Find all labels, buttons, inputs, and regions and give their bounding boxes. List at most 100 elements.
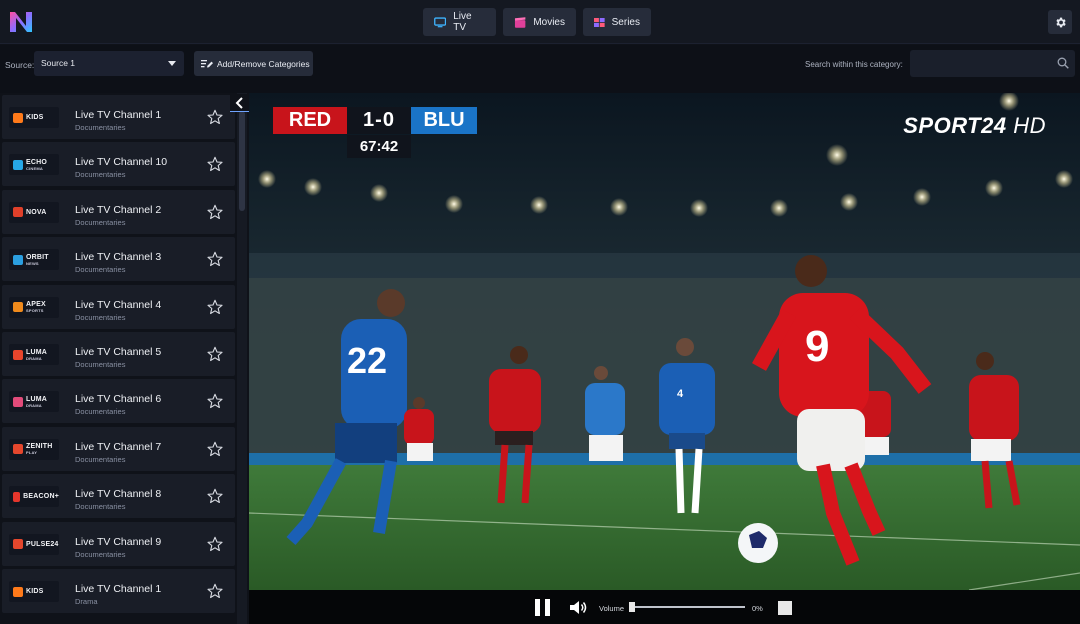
add-remove-categories-button[interactable]: Add/Remove Categories <box>194 51 313 76</box>
channel-logo: ORBIT NEWS <box>9 249 59 271</box>
channel-name: Live TV Channel 4 <box>75 298 162 311</box>
channel-item[interactable]: ZENITH PLAY Live TV Channel 7 Documentaries <box>2 426 235 471</box>
tab-series-label: Series <box>611 16 640 28</box>
favorite-star-icon[interactable] <box>207 488 223 504</box>
channel-logo-mark-icon <box>13 539 23 550</box>
home-team-name: RED <box>273 107 347 134</box>
channel-list-scrollbar[interactable] <box>237 93 247 624</box>
channel-category: Documentaries <box>75 360 126 369</box>
fullscreen-button[interactable] <box>778 601 792 615</box>
favorite-star-icon[interactable] <box>207 536 223 552</box>
channel-logo: LUMA DRAMA <box>9 391 59 413</box>
video-player[interactable]: 22 4 9 RED 1-0 BLU 67:42 SPORT24 HD <box>249 93 1080 590</box>
channel-logo-text: BEACON+ <box>23 493 59 501</box>
volume-slider-handle[interactable] <box>629 602 635 612</box>
favorite-star-icon[interactable] <box>207 441 223 457</box>
channel-logo-mark-icon <box>13 254 23 265</box>
channel-category: Drama <box>75 597 98 606</box>
channel-logo-subtext: DRAMA <box>26 355 42 361</box>
channel-name: Live TV Channel 6 <box>75 393 162 406</box>
app-logo[interactable] <box>8 10 34 34</box>
match-clock: 67:42 <box>347 135 411 158</box>
channel-name: Live TV Channel 1 <box>75 109 162 121</box>
channel-name: Live TV Channel 2 <box>75 203 162 216</box>
favorite-star-icon[interactable] <box>207 346 223 362</box>
channel-logo-mark-icon <box>13 444 23 455</box>
channel-logo-text: LUMA DRAMA <box>26 348 48 361</box>
top-bar: Live TV Movies Series <box>0 0 1080 44</box>
favorite-star-icon[interactable] <box>207 156 223 172</box>
channel-item[interactable]: PULSE24 Live TV Channel 9 Documentaries <box>2 521 235 566</box>
tab-series[interactable]: Series <box>583 8 651 36</box>
channel-name: Live TV Channel 10 <box>75 156 168 169</box>
channel-item[interactable]: NOVA Live TV Channel 2 Documentaries <box>2 189 235 234</box>
channel-logo: ECHO CINEMA <box>9 154 59 176</box>
search-label: Search within this category: <box>805 60 903 69</box>
channel-logo: APEX SPORTS <box>9 296 59 318</box>
channel-logo: BEACON+ <box>9 486 59 508</box>
search-icon <box>1057 57 1069 69</box>
channel-logo-subtext: CINEMA <box>26 165 43 171</box>
volume-label: Volume <box>599 604 625 613</box>
category-search-input[interactable] <box>910 50 1075 77</box>
tab-movies-label: Movies <box>533 16 565 28</box>
channel-logo-text: APEX SPORTS <box>26 301 46 314</box>
source-select-value: Source 1 <box>41 58 76 68</box>
favorite-star-icon[interactable] <box>207 583 223 599</box>
favorite-star-icon[interactable] <box>207 393 223 409</box>
channel-name: Live TV Channel 8 <box>75 488 162 501</box>
channel-item[interactable]: ECHO CINEMA Live TV Channel 10 Documentarie… <box>2 142 235 187</box>
channel-item[interactable]: KIDS Live TV Channel 1 Drama <box>2 569 235 613</box>
edit-list-icon <box>201 59 213 67</box>
scorebug: RED 1-0 BLU <box>273 107 477 134</box>
channel-logo-text: LUMA DRAMA <box>26 395 48 408</box>
source-select[interactable]: Source 1 <box>34 51 184 76</box>
channel-logo-subtext: SPORTS <box>26 308 44 314</box>
channel-item[interactable]: KIDS Live TV Channel 1 Documentaries <box>2 95 235 139</box>
channel-logo-text: ORBIT NEWS <box>26 253 49 266</box>
volume-icon[interactable] <box>569 600 587 615</box>
collapse-sidebar-button[interactable] <box>230 94 249 112</box>
tab-live-tv[interactable]: Live TV <box>423 8 496 36</box>
settings-button[interactable] <box>1048 10 1072 34</box>
channel-name: Live TV Channel 7 <box>75 440 162 453</box>
channel-category: Documentaries <box>75 502 126 512</box>
broadcaster-suffix: HD <box>1013 113 1046 138</box>
channel-logo: KIDS <box>9 107 59 128</box>
channel-logo-subtext: PLAY <box>26 450 38 456</box>
channel-category: Documentaries <box>75 549 126 559</box>
channel-logo: KIDS <box>9 581 59 602</box>
channel-item[interactable]: ORBIT NEWS Live TV Channel 3 Documentaries <box>2 237 235 282</box>
player-controls: Volume 0% <box>249 590 1080 624</box>
chevron-down-icon <box>168 61 176 66</box>
channel-item[interactable]: LUMA DRAMA Live TV Channel 5 Documentaries <box>2 332 235 376</box>
channel-name: Live TV Channel 9 <box>75 535 162 548</box>
home-number: 9 <box>805 322 829 371</box>
channel-item[interactable]: LUMA DRAMA Live TV Channel 6 Documentaries <box>2 379 235 424</box>
pause-button[interactable] <box>535 599 551 616</box>
channel-logo-mark-icon <box>13 302 23 313</box>
channel-logo: NOVA <box>9 201 59 223</box>
scrollbar-thumb[interactable] <box>239 111 245 211</box>
channel-logo-text: ZENITH PLAY <box>26 443 53 456</box>
channel-category: Documentaries <box>75 265 126 275</box>
favorite-star-icon[interactable] <box>207 299 223 315</box>
favorite-star-icon[interactable] <box>207 109 223 125</box>
chevron-left-icon <box>235 96 243 109</box>
channel-item[interactable]: APEX SPORTS Live TV Channel 4 Documentaries <box>2 284 235 329</box>
channel-logo-mark-icon <box>13 349 23 360</box>
channel-item[interactable]: BEACON+ Live TV Channel 8 Documentaries <box>2 474 235 519</box>
tv-icon <box>434 16 447 27</box>
away-team-name: BLU <box>411 107 477 134</box>
favorite-star-icon[interactable] <box>207 251 223 267</box>
channel-list[interactable]: KIDS Live TV Channel 1 Documentaries ECHO CI… <box>0 93 249 624</box>
channel-logo-text: KIDS <box>26 588 44 595</box>
tab-movies[interactable]: Movies <box>503 8 576 36</box>
channel-category: Documentaries <box>75 312 126 322</box>
channel-logo-mark-icon <box>13 207 23 218</box>
volume-slider[interactable] <box>632 606 745 608</box>
channel-logo-text: KIDS <box>26 114 44 121</box>
channel-name: Live TV Channel 5 <box>75 346 162 358</box>
favorite-star-icon[interactable] <box>207 204 223 220</box>
source-label: Source: <box>5 60 35 70</box>
